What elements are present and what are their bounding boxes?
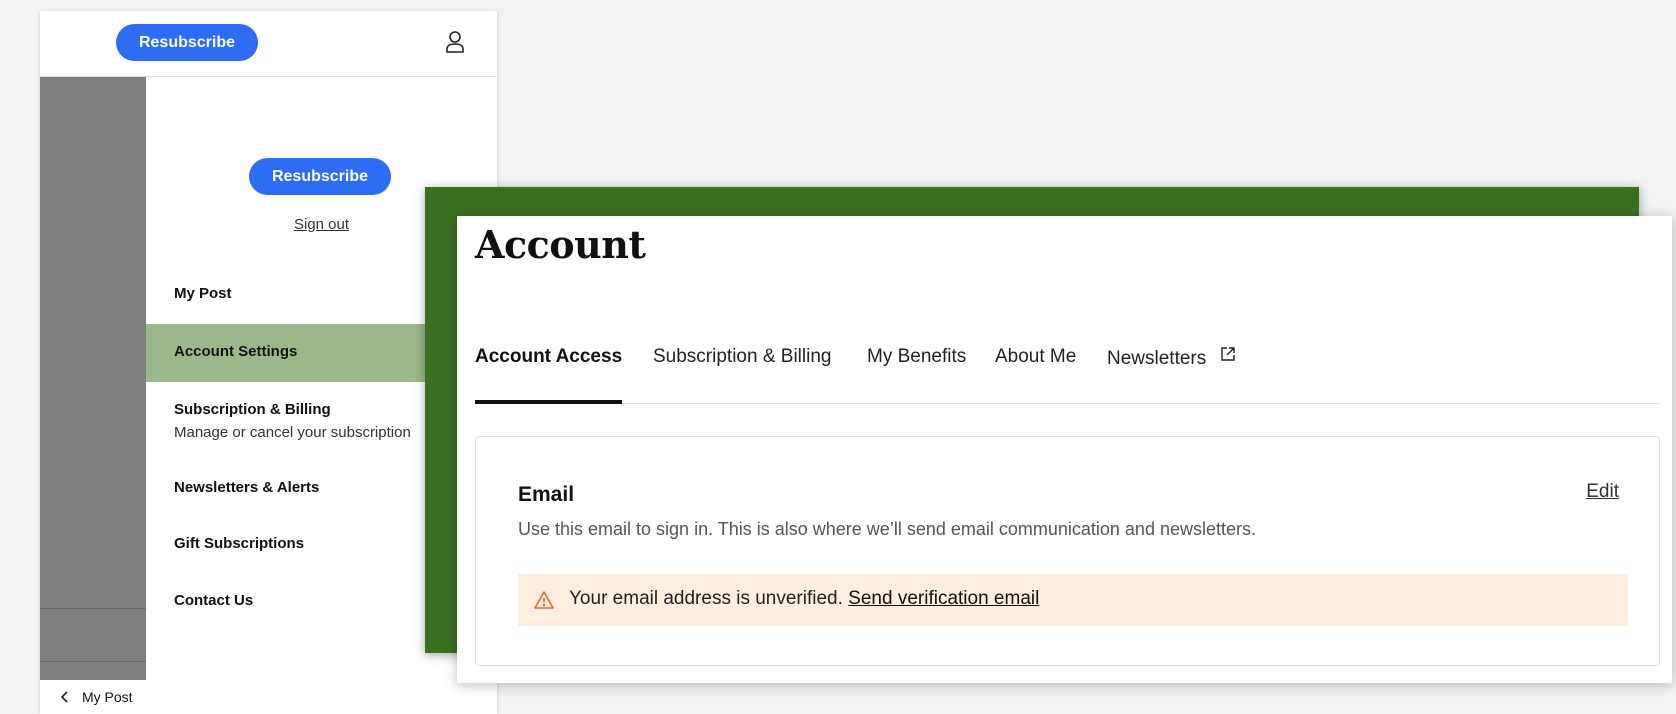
unverified-email-alert: Your email address is unverified. Send v… bbox=[518, 574, 1628, 626]
tab-newsletters[interactable]: Newsletters bbox=[1107, 346, 1236, 404]
external-link-icon bbox=[1220, 346, 1236, 362]
back-nav[interactable]: My Post bbox=[40, 680, 497, 714]
menu-item-label: Account Settings bbox=[174, 343, 298, 360]
chevron-left-icon bbox=[60, 690, 70, 707]
backdrop-divider bbox=[40, 608, 146, 609]
tab-about-me[interactable]: About Me bbox=[995, 346, 1076, 404]
send-verification-email-link[interactable]: Send verification email bbox=[848, 588, 1039, 609]
warning-icon bbox=[534, 590, 554, 610]
alert-text: Your email address is unverified. bbox=[569, 588, 843, 609]
drawer-backdrop[interactable] bbox=[40, 77, 146, 680]
user-icon[interactable] bbox=[444, 30, 466, 54]
backdrop-divider bbox=[40, 661, 146, 662]
email-section: Email Edit Use this email to sign in. Th… bbox=[475, 436, 1660, 666]
tab-label: Newsletters bbox=[1107, 348, 1207, 369]
menu-item-label: Newsletters & Alerts bbox=[174, 479, 320, 496]
tab-account-access[interactable]: Account Access bbox=[475, 346, 623, 404]
tab-my-benefits[interactable]: My Benefits bbox=[867, 346, 966, 404]
menu-item-label: Contact Us bbox=[174, 592, 254, 609]
account-tabs: Account Access Subscription & Billing My… bbox=[475, 346, 1660, 404]
account-card: Account Account Access Subscription & Bi… bbox=[457, 216, 1672, 683]
page-title: Account bbox=[475, 222, 646, 267]
mobile-header: Resubscribe bbox=[40, 11, 497, 77]
edit-email-link[interactable]: Edit bbox=[1586, 481, 1619, 503]
email-description: Use this email to sign in. This is also … bbox=[518, 519, 1256, 539]
drawer-resubscribe-button[interactable]: Resubscribe bbox=[249, 158, 391, 195]
email-heading: Email bbox=[518, 483, 575, 506]
header-resubscribe-button[interactable]: Resubscribe bbox=[116, 24, 258, 61]
tab-label: About Me bbox=[995, 346, 1077, 367]
tab-label: Subscription & Billing bbox=[653, 346, 832, 367]
menu-item-label: Subscription & Billing bbox=[174, 401, 331, 418]
tab-label: Account Access bbox=[475, 346, 623, 367]
menu-item-label: Gift Subscriptions bbox=[174, 535, 305, 552]
alert-message: Your email address is unverified. Send v… bbox=[569, 588, 1039, 610]
tab-label: My Benefits bbox=[867, 346, 967, 367]
tab-subscription-billing[interactable]: Subscription & Billing bbox=[653, 346, 831, 404]
back-nav-label: My Post bbox=[82, 689, 133, 705]
menu-item-label: My Post bbox=[174, 285, 232, 302]
